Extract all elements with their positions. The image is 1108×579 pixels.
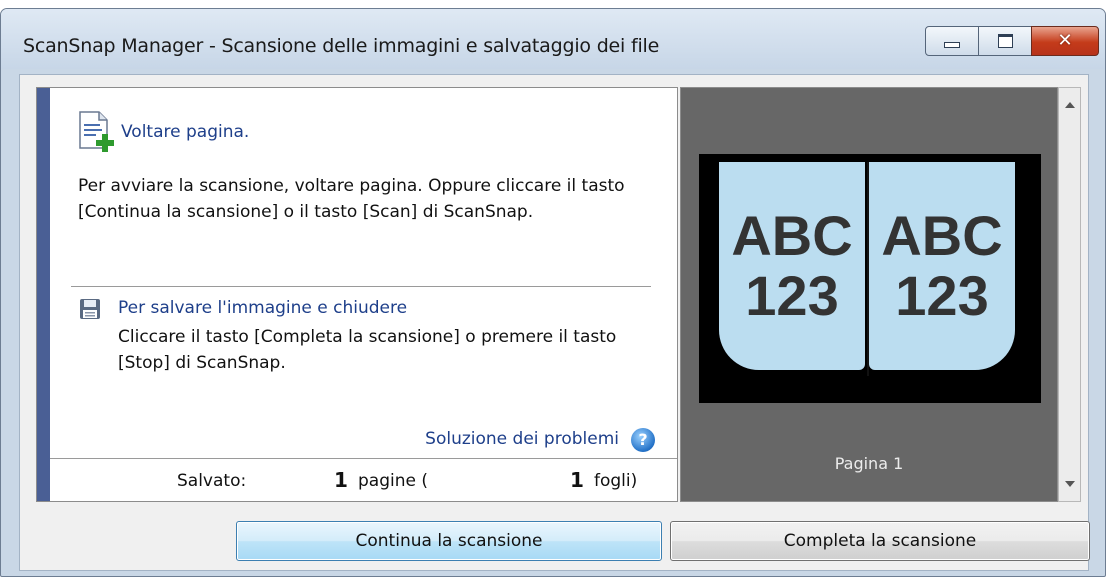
left-page-line-1: ABC [731, 204, 853, 267]
separator [71, 286, 651, 287]
title-bar[interactable]: ScanSnap Manager - Scansione delle immag… [1, 9, 1105, 69]
instructions-panel: Voltare pagina. Per avviare la scansione… [36, 87, 678, 502]
left-page-image: ABC 123 [719, 162, 865, 370]
instruction-text: Per avviare la scansione, voltare pagina… [78, 176, 625, 222]
minimize-button[interactable] [925, 26, 979, 56]
save-icon [80, 299, 100, 319]
save-heading: Per salvare l'immagine e chiudere [118, 298, 408, 318]
dialog-client-area: Voltare pagina. Per avviare la scansione… [19, 74, 1090, 571]
accent-bar [37, 88, 50, 501]
right-page-line-2: 123 [895, 264, 989, 327]
scroll-up-icon[interactable] [1065, 102, 1075, 108]
pages-count: 1 [334, 468, 348, 492]
continue-scan-button[interactable]: Continua la scansione [236, 521, 662, 561]
sheets-label: fogli) [594, 471, 638, 491]
scroll-down-icon[interactable] [1065, 481, 1075, 487]
troubleshooting-link[interactable]: Soluzione dei problemi [425, 429, 619, 449]
sheets-count: 1 [570, 468, 584, 492]
add-page-icon [79, 111, 114, 152]
window-title: ScanSnap Manager - Scansione delle immag… [23, 35, 660, 57]
preview-scrollbar[interactable] [1058, 87, 1081, 502]
saved-label: Salvato: [177, 471, 247, 491]
minimize-icon [944, 42, 960, 48]
preview-panel[interactable]: ABC 123 ABC 123 Pagina 1 [680, 87, 1058, 502]
status-separator [50, 458, 677, 459]
maximize-button[interactable] [978, 26, 1032, 56]
right-page-image: ABC 123 [869, 162, 1015, 370]
right-page-line-1: ABC [881, 204, 1003, 267]
pages-label: pagine ( [358, 471, 428, 491]
page-caption: Pagina 1 [834, 454, 904, 473]
left-page-line-2: 123 [745, 264, 839, 327]
help-icon[interactable]: ? [631, 428, 655, 452]
turn-page-heading: Voltare pagina. [121, 122, 250, 142]
complete-scan-button[interactable]: Completa la scansione [670, 521, 1090, 561]
close-icon: ✕ [1057, 30, 1073, 51]
maximize-icon [997, 34, 1013, 48]
save-instruction-text: Cliccare il tasto [Completa la scansione… [118, 327, 617, 373]
close-button[interactable]: ✕ [1031, 26, 1099, 56]
scansnap-window: ScanSnap Manager - Scansione delle immag… [0, 8, 1106, 577]
page-thumbnail[interactable]: ABC 123 ABC 123 [699, 154, 1041, 403]
